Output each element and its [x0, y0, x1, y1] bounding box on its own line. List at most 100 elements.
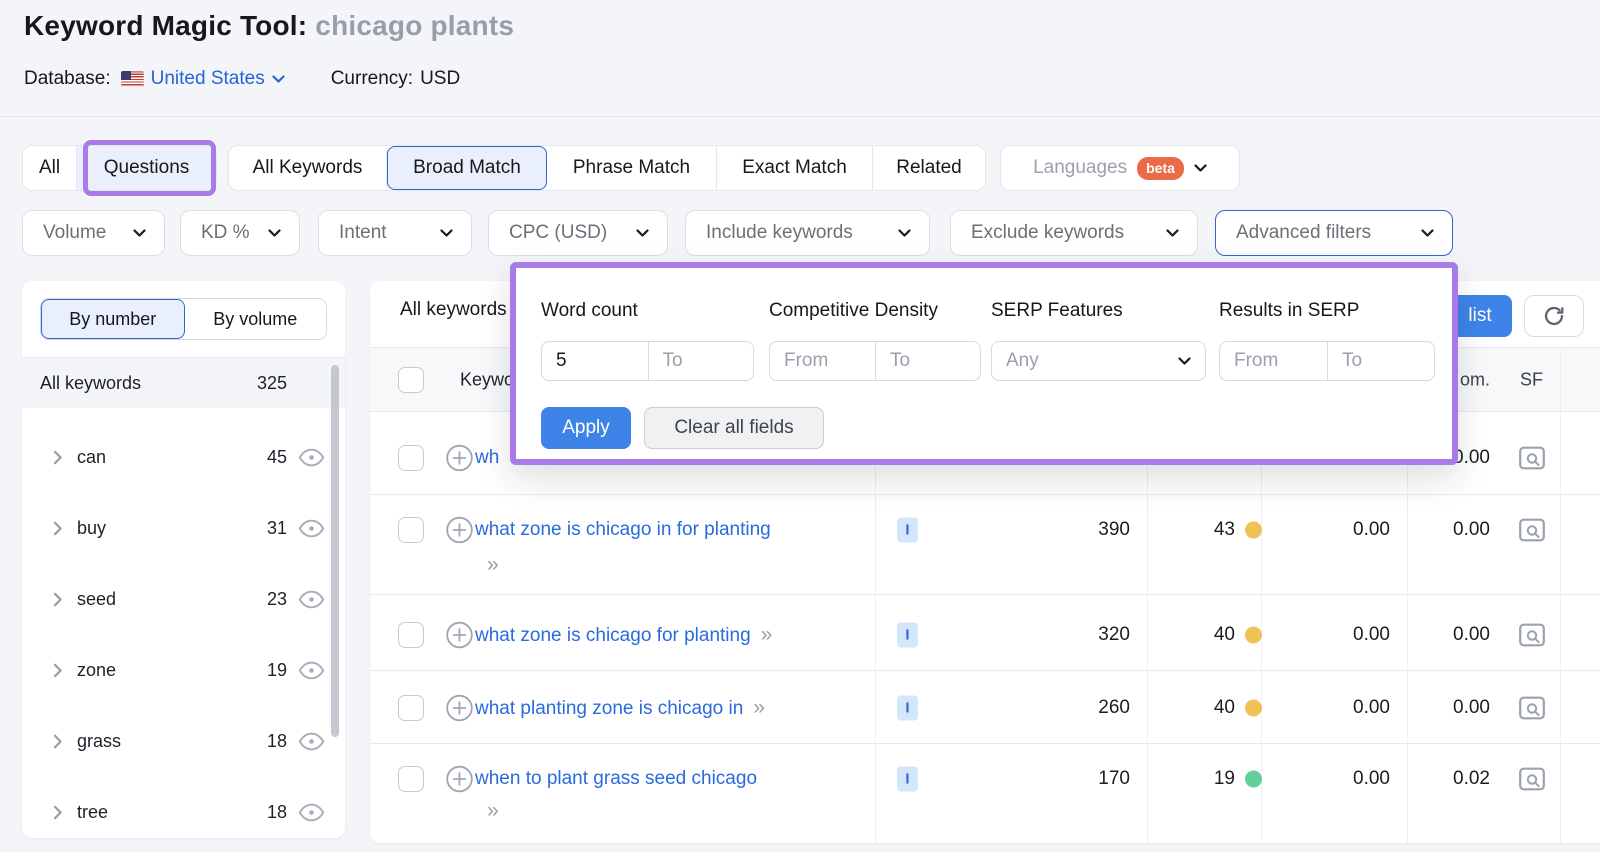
tab-exact-match[interactable]: Exact Match [717, 146, 873, 190]
intent-badge: I [897, 622, 918, 648]
filter-advanced-filters[interactable]: Advanced filters [1215, 210, 1453, 256]
eye-icon[interactable] [298, 448, 325, 467]
cpc-value: 0.00 [1353, 768, 1390, 789]
question-tab-group: All Questions [22, 145, 217, 191]
keyword-link[interactable]: what zone is chicago for planting» [475, 623, 773, 647]
currency-label: Currency: [330, 68, 414, 89]
kd-value: 43 [1213, 519, 1235, 540]
serp-preview-icon[interactable] [1518, 446, 1546, 471]
tab-questions[interactable]: Questions [77, 146, 216, 190]
add-keyword-icon[interactable] [446, 444, 473, 472]
add-keyword-icon[interactable] [446, 516, 473, 544]
row-checkbox[interactable] [398, 445, 424, 471]
eye-icon[interactable] [298, 803, 325, 822]
filter-cpc[interactable]: CPC (USD) [488, 210, 668, 256]
kd-value: 19 [1213, 768, 1235, 789]
sidebar-scrollbar[interactable] [331, 365, 339, 737]
tab-phrase-match[interactable]: Phrase Match [547, 146, 717, 190]
intent-badge: I [897, 517, 918, 543]
advanced-filters-panel: Word count Competitive Density SERP Feat… [510, 262, 1458, 465]
filter-exclude-keywords[interactable]: Exclude keywords [950, 210, 1198, 256]
sidebar-item-buy[interactable]: buy 31 [22, 500, 345, 556]
add-keyword-icon[interactable] [446, 694, 473, 722]
database-selector[interactable]: United States [120, 68, 285, 90]
eye-icon[interactable] [298, 590, 325, 609]
serp-features-select[interactable]: Any [991, 341, 1206, 381]
word-count-range [541, 341, 754, 381]
add-keyword-icon[interactable] [446, 765, 473, 793]
eye-icon[interactable] [298, 661, 325, 680]
languages-dropdown[interactable]: Languages beta [1000, 145, 1240, 191]
word-count-label: Word count [541, 300, 638, 321]
volume-value: 320 [1098, 624, 1130, 645]
results-in-serp-from-input[interactable] [1220, 342, 1327, 380]
chevron-down-icon [440, 228, 453, 237]
toggle-by-number[interactable]: By number [41, 299, 185, 339]
keyword-link[interactable]: what planting zone is chicago in» [475, 696, 765, 720]
sidebar-item-tree[interactable]: tree 18 [22, 784, 345, 840]
select-all-checkbox[interactable] [398, 366, 424, 393]
tab-all[interactable]: All [23, 146, 77, 190]
add-keyword-icon[interactable] [446, 621, 473, 649]
volume-value: 390 [1098, 519, 1130, 540]
refresh-button[interactable] [1524, 295, 1584, 337]
chevron-right-icon[interactable] [53, 450, 63, 465]
filter-include-keywords[interactable]: Include keywords [685, 210, 930, 256]
expand-keyword-icon[interactable]: » [487, 553, 499, 577]
filter-intent[interactable]: Intent [318, 210, 472, 256]
expand-keyword-icon[interactable]: » [487, 799, 499, 823]
filter-kd[interactable]: KD % [180, 210, 300, 256]
com-value: 0.00 [1453, 697, 1490, 718]
keyword-link[interactable]: wh [475, 447, 499, 469]
serp-preview-icon[interactable] [1518, 767, 1546, 792]
kd-difficulty-dot [1245, 699, 1262, 717]
row-checkbox[interactable] [398, 517, 424, 543]
word-count-to-input[interactable] [647, 342, 753, 380]
competitive-density-to-input[interactable] [875, 342, 980, 380]
volume-value: 170 [1098, 768, 1130, 789]
keyword-groups-sidebar: By number By volume All keywords 325 can… [22, 281, 345, 838]
toggle-by-volume[interactable]: By volume [184, 299, 326, 339]
header-divider [0, 116, 1600, 117]
chevron-down-icon [1194, 163, 1207, 172]
expand-keyword-icon[interactable]: » [761, 623, 773, 646]
word-count-from-input[interactable] [542, 342, 648, 380]
row-checkbox[interactable] [398, 695, 424, 721]
serp-preview-icon[interactable] [1518, 696, 1546, 721]
tab-all-keywords[interactable]: All Keywords [229, 146, 387, 190]
serp-preview-icon[interactable] [1518, 623, 1546, 648]
chevron-right-icon[interactable] [53, 521, 63, 536]
eye-icon[interactable] [298, 519, 325, 538]
keyword-link[interactable]: when to plant grass seed chicago [475, 768, 757, 790]
sidebar-item-zone[interactable]: zone 19 [22, 642, 345, 698]
filter-volume[interactable]: Volume [22, 210, 165, 256]
column-header-sf[interactable]: SF [1520, 369, 1543, 390]
chevron-right-icon[interactable] [53, 734, 63, 749]
expand-keyword-icon[interactable]: » [753, 696, 765, 719]
apply-button[interactable]: Apply [541, 407, 631, 449]
beta-badge: beta [1137, 156, 1184, 180]
keyword-link[interactable]: what zone is chicago in for planting [475, 519, 771, 541]
row-checkbox[interactable] [398, 766, 424, 792]
eye-icon[interactable] [298, 732, 325, 751]
sidebar-item-all-keywords[interactable]: All keywords 325 [22, 358, 345, 408]
chevron-down-icon [272, 74, 285, 83]
tab-related[interactable]: Related [873, 146, 985, 190]
tab-broad-match[interactable]: Broad Match [387, 146, 547, 190]
page-title: Keyword Magic Tool: chicago plants [24, 10, 514, 42]
row-checkbox[interactable] [398, 622, 424, 648]
chevron-right-icon[interactable] [53, 592, 63, 607]
languages-label: Languages [1033, 157, 1128, 178]
chevron-right-icon[interactable] [53, 805, 63, 820]
competitive-density-from-input[interactable] [770, 342, 875, 380]
table-tab-all-keywords[interactable]: All keywords [400, 299, 507, 321]
serp-preview-icon[interactable] [1518, 518, 1546, 543]
chevron-down-icon [1166, 228, 1179, 237]
chevron-right-icon[interactable] [53, 663, 63, 678]
sidebar-item-can[interactable]: can 45 [22, 429, 345, 485]
intent-badge: I [897, 766, 918, 792]
sidebar-item-grass[interactable]: grass 18 [22, 713, 345, 769]
sidebar-item-seed[interactable]: seed 23 [22, 571, 345, 627]
clear-all-fields-button[interactable]: Clear all fields [644, 407, 824, 449]
results-in-serp-to-input[interactable] [1327, 342, 1434, 380]
